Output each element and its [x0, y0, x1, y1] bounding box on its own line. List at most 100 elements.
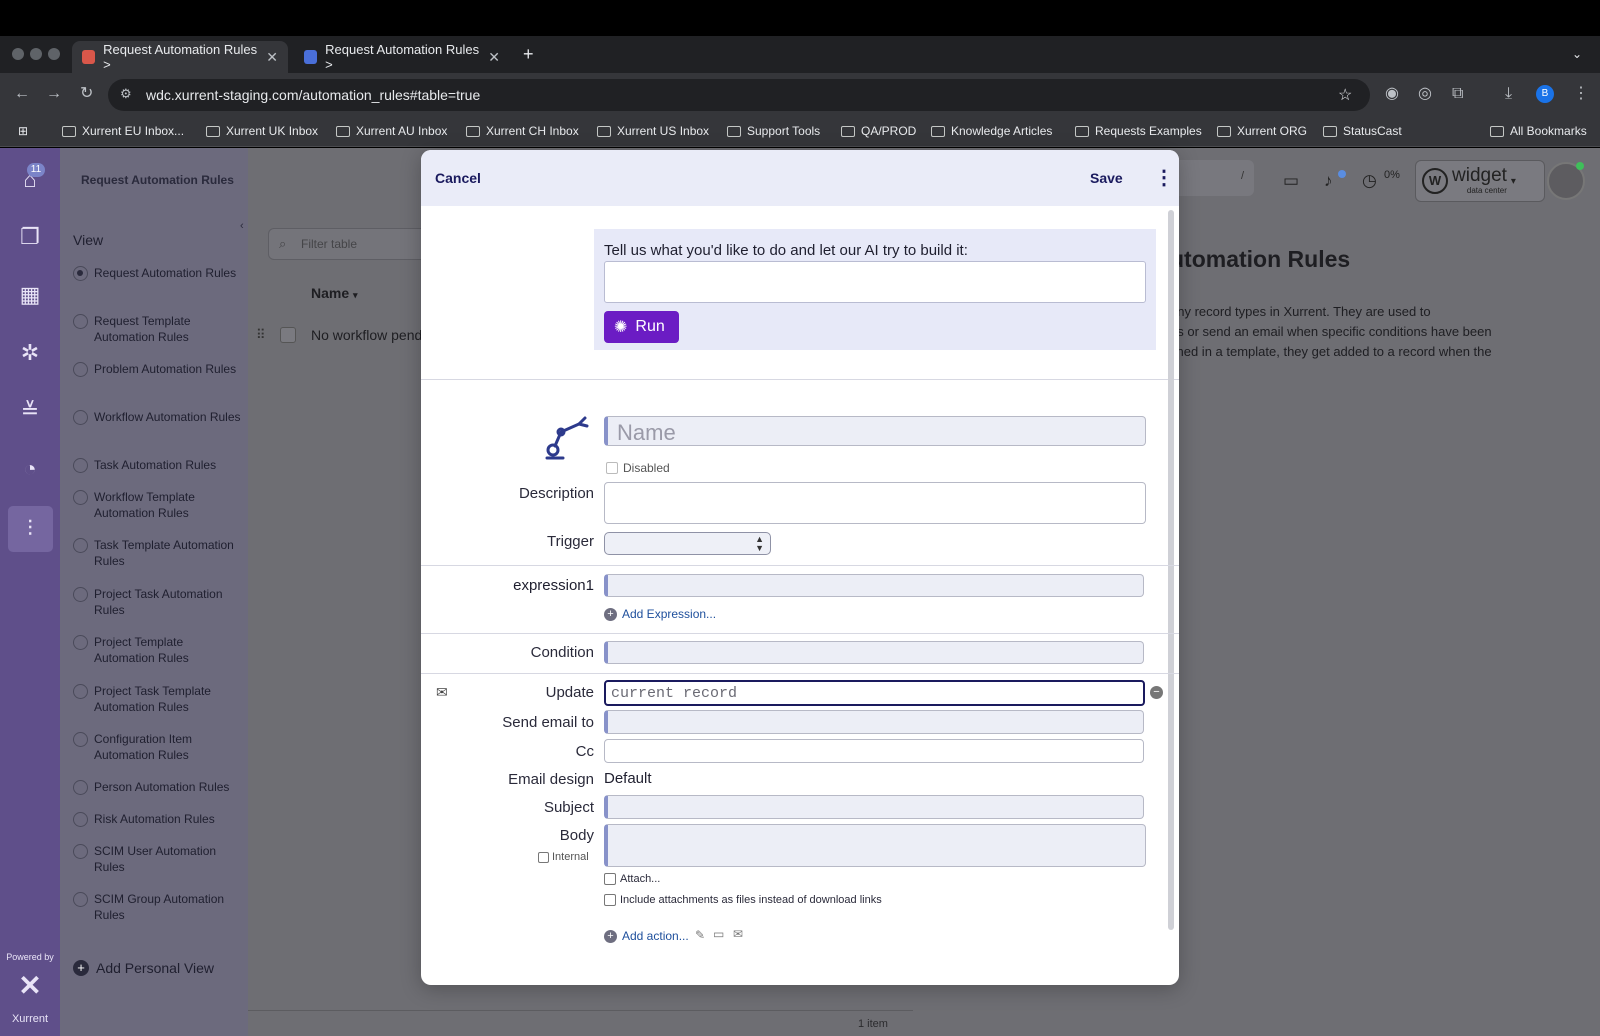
- internal-checkbox[interactable]: [538, 851, 549, 863]
- bookmark-star-icon[interactable]: ☆: [1338, 85, 1352, 105]
- dialog-scrollbar[interactable]: [1168, 210, 1174, 930]
- sliders-icon[interactable]: ⫶: [17, 516, 43, 542]
- tab-close-icon[interactable]: ✕: [488, 49, 500, 66]
- download-icon[interactable]: ⤓: [1505, 86, 1512, 102]
- run-button[interactable]: ✺ Run: [604, 311, 679, 343]
- analytics-icon[interactable]: ◔: [17, 456, 43, 482]
- radio[interactable]: [73, 892, 88, 907]
- view-item[interactable]: Project Task Template Automation Rules: [73, 683, 243, 715]
- remove-action-icon[interactable]: −: [1150, 686, 1163, 699]
- attach-checkbox-row[interactable]: Attach...: [604, 873, 660, 885]
- radio[interactable]: [73, 732, 88, 747]
- extensions-puzzle-icon[interactable]: ⧉: [1452, 86, 1463, 102]
- view-item[interactable]: Task Automation Rules: [73, 457, 243, 473]
- new-tab-button[interactable]: +: [523, 44, 534, 65]
- extension-2-icon[interactable]: ◎: [1418, 86, 1432, 102]
- view-item[interactable]: Task Template Automation Rules: [73, 537, 243, 569]
- body-input[interactable]: [604, 824, 1146, 867]
- extension-1-icon[interactable]: ◉: [1385, 86, 1399, 102]
- add-personal-view-button[interactable]: + Add Personal View: [73, 960, 214, 976]
- view-item[interactable]: Configuration Item Automation Rules: [73, 731, 243, 763]
- cc-input[interactable]: [604, 739, 1144, 763]
- view-item[interactable]: SCIM User Automation Rules: [73, 843, 243, 875]
- send-email-input[interactable]: [604, 710, 1144, 734]
- expression-input[interactable]: [604, 574, 1144, 597]
- bookmark-item[interactable]: Xurrent UK Inbox: [206, 124, 318, 138]
- bookmark-item[interactable]: QA/PROD: [841, 124, 916, 138]
- include-attachments-checkbox-row[interactable]: Include attachments as files instead of …: [604, 894, 882, 906]
- forward-arrow-icon[interactable]: →: [46, 86, 62, 102]
- description-input[interactable]: [604, 482, 1146, 524]
- bookmark-item[interactable]: Xurrent CH Inbox: [466, 124, 579, 138]
- subject-input[interactable]: [604, 795, 1144, 819]
- tab-close-icon[interactable]: ✕: [266, 49, 278, 66]
- bell-icon[interactable]: ♪: [1324, 171, 1333, 191]
- radio[interactable]: [73, 458, 88, 473]
- view-item[interactable]: Request Automation Rules: [73, 265, 243, 281]
- back-arrow-icon[interactable]: ←: [14, 86, 30, 102]
- view-item[interactable]: Project Task Automation Rules: [73, 586, 243, 618]
- add-expression-link[interactable]: + Add Expression...: [604, 607, 716, 621]
- drag-handle-icon[interactable]: ⠿: [256, 327, 266, 343]
- radio[interactable]: [73, 538, 88, 553]
- account-switcher[interactable]: W widget data center ▾: [1415, 160, 1545, 202]
- radio[interactable]: [73, 490, 88, 505]
- view-item[interactable]: Risk Automation Rules: [73, 811, 243, 827]
- bookmark-item[interactable]: StatusCast: [1323, 124, 1402, 138]
- bookmark-item[interactable]: Requests Examples: [1075, 124, 1202, 138]
- disabled-checkbox[interactable]: [606, 462, 618, 474]
- bookmark-item[interactable]: Xurrent EU Inbox...: [62, 124, 184, 138]
- bookmark-item[interactable]: Xurrent US Inbox: [597, 124, 709, 138]
- view-item[interactable]: Person Automation Rules: [73, 779, 243, 795]
- table-row[interactable]: No workflow pend: [311, 327, 422, 343]
- records-icon[interactable]: ❐: [17, 224, 43, 250]
- internal-checkbox-row[interactable]: Internal: [538, 851, 589, 863]
- radio-selected[interactable]: [73, 266, 88, 281]
- radio[interactable]: [73, 362, 88, 377]
- view-item[interactable]: Project Template Automation Rules: [73, 634, 243, 666]
- gauge-icon[interactable]: ◷: [1362, 171, 1377, 191]
- bookmark-item[interactable]: Knowledge Articles: [931, 124, 1052, 138]
- view-item[interactable]: Problem Automation Rules: [73, 361, 243, 377]
- site-settings-icon[interactable]: ⚙: [120, 86, 132, 102]
- save-button[interactable]: Save: [1090, 170, 1123, 186]
- radio[interactable]: [73, 635, 88, 650]
- window-close-dot[interactable]: [12, 48, 24, 60]
- radio[interactable]: [73, 844, 88, 859]
- radio[interactable]: [73, 314, 88, 329]
- browser-menu-icon[interactable]: ⋮: [1573, 86, 1589, 102]
- filter-table-input[interactable]: ⌕ Filter table: [268, 228, 428, 260]
- bookmark-item[interactable]: Support Tools: [727, 124, 820, 138]
- calendar-icon[interactable]: ▦: [17, 282, 43, 308]
- attach-checkbox[interactable]: [604, 873, 616, 885]
- browser-tab-1[interactable]: Request Automation Rules > ✕: [72, 41, 288, 73]
- chat-icon[interactable]: ▭: [1283, 171, 1299, 191]
- view-item[interactable]: Workflow Template Automation Rules: [73, 489, 243, 521]
- collapse-chevron-icon[interactable]: ‹: [240, 220, 244, 232]
- window-minimize-dot[interactable]: [30, 48, 42, 60]
- pencil-icon[interactable]: ✎: [695, 928, 705, 942]
- cancel-button[interactable]: Cancel: [435, 170, 481, 186]
- row-checkbox[interactable]: [280, 327, 296, 343]
- bookmark-item[interactable]: Xurrent AU Inbox: [336, 124, 447, 138]
- include-attachments-checkbox[interactable]: [604, 894, 616, 906]
- profile-avatar[interactable]: B: [1536, 85, 1554, 103]
- filter-icon[interactable]: ≚: [17, 398, 43, 424]
- trigger-select[interactable]: ▲ ▼: [604, 532, 771, 555]
- bookmark-item[interactable]: Xurrent ORG: [1217, 124, 1307, 138]
- radio[interactable]: [73, 684, 88, 699]
- view-item[interactable]: SCIM Group Automation Rules: [73, 891, 243, 923]
- name-column-header[interactable]: Name ▾: [311, 285, 358, 301]
- people-icon[interactable]: ✲: [17, 340, 43, 366]
- tab-search-chevron-icon[interactable]: ⌄: [1572, 47, 1582, 61]
- radio[interactable]: [73, 780, 88, 795]
- ai-prompt-input[interactable]: [604, 261, 1146, 303]
- radio[interactable]: [73, 410, 88, 425]
- add-action-link[interactable]: + Add action...: [604, 929, 689, 943]
- condition-input[interactable]: [604, 641, 1144, 664]
- email-design-value[interactable]: Default: [604, 770, 652, 787]
- view-item[interactable]: Request Template Automation Rules: [73, 313, 243, 345]
- window-maximize-dot[interactable]: [48, 48, 60, 60]
- more-options-icon[interactable]: ⋮: [1154, 165, 1174, 191]
- reload-icon[interactable]: ↻: [80, 86, 93, 102]
